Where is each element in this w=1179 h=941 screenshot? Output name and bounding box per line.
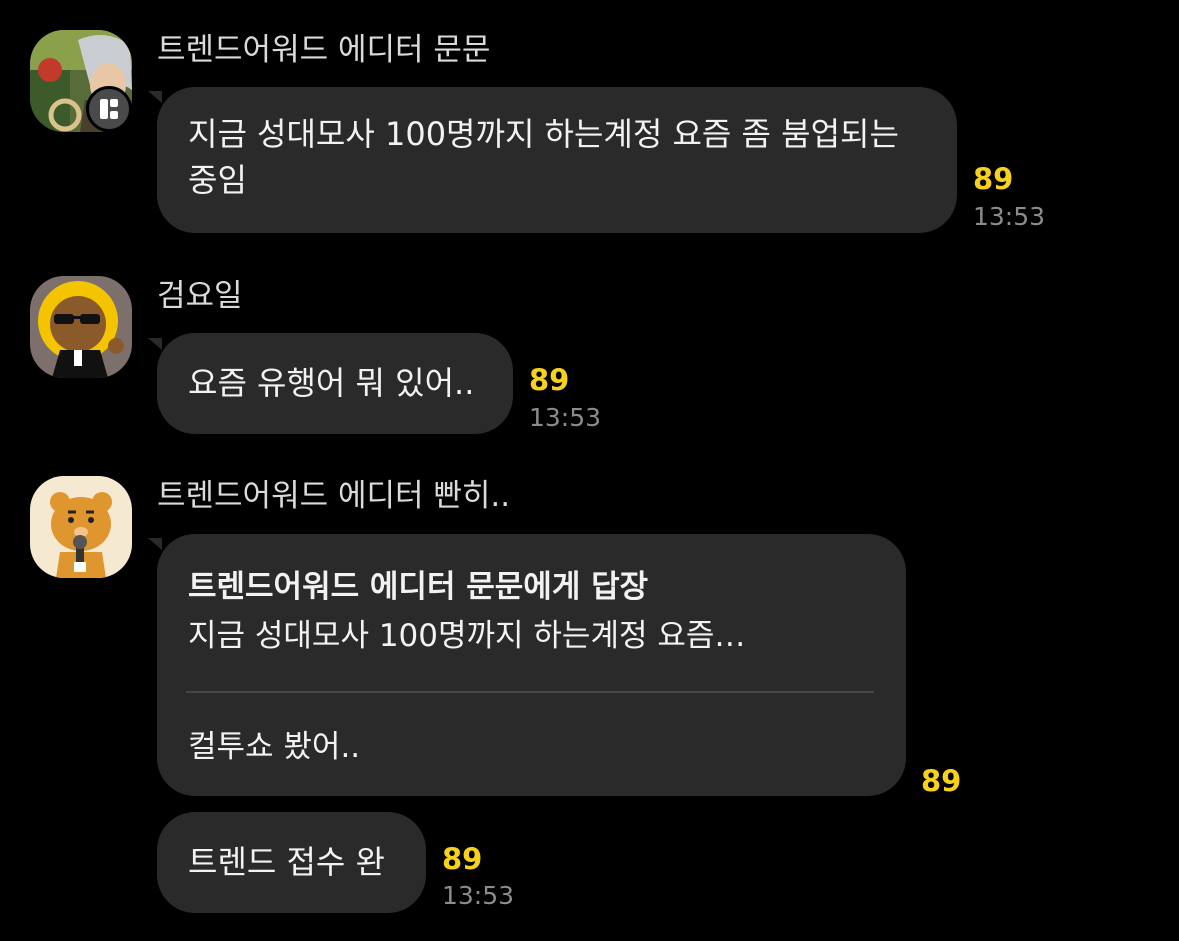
reply-message-bubble[interactable]: 트렌드어워드 에디터 문문에게 답장 지금 성대모사 100명까지 하는계정 요… [157,534,906,796]
message-time: 13:53 [442,881,515,910]
message-bubble[interactable]: 트렌드 접수 완 [157,812,426,913]
reply-quoted-text: 지금 성대모사 100명까지 하는계정 요즘… [188,618,746,654]
kakao-profile-badge-icon [86,86,132,132]
reply-target-title: 트렌드어워드 에디터 문문에게 답장 [188,569,649,605]
bubble-tail [148,538,162,550]
ryan-microphone-avatar [30,476,132,578]
message-bubble[interactable]: 지금 성대모사 100명까지 하는계정 요즘 좀 붐업되는 중임 [157,87,957,233]
sender-name: 트렌드어워드 에디터 빤히.. [157,478,511,514]
sender-name: 검요일 [157,278,243,314]
unread-count: 89 [973,162,1014,196]
message-text-line: 요즘 유행어 뭐 있어.. [188,364,475,402]
message-text-line: 중임 [188,161,247,199]
unread-count: 89 [921,764,962,798]
reply-divider [186,691,874,693]
message-time: 13:53 [529,403,602,432]
avatar-2[interactable] [30,276,132,378]
bubble-tail [148,338,162,350]
message-text-line: 컬투쇼 봤어.. [188,729,361,765]
bubble-tail [148,91,162,103]
sunglasses-lion-avatar [30,276,132,378]
message-text-line: 지금 성대모사 100명까지 하는계정 요즘 좀 붐업되는 [188,115,899,153]
message-text-line: 트렌드 접수 완 [188,843,385,881]
unread-count: 89 [442,842,483,876]
avatar-3[interactable] [30,476,132,578]
unread-count: 89 [529,363,570,397]
message-bubble[interactable]: 요즘 유행어 뭐 있어.. [157,333,513,434]
message-time: 13:53 [973,202,1046,231]
sender-name: 트렌드어워드 에디터 문문 [157,32,491,68]
